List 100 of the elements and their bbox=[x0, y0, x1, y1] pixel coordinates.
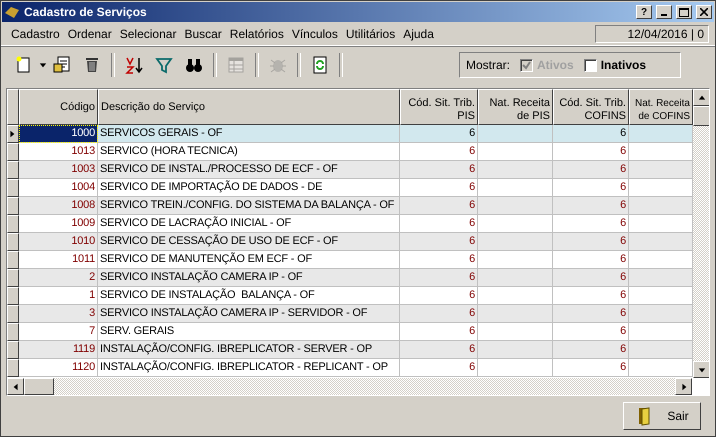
scroll-up-button[interactable] bbox=[693, 89, 709, 106]
column-header[interactable]: Nat. Receita de COFINS bbox=[629, 89, 693, 125]
menu-item[interactable]: Relatórios bbox=[226, 27, 288, 41]
window-title: Cadastro de Serviços bbox=[24, 5, 148, 19]
menu-item[interactable]: Utilitários bbox=[342, 27, 400, 41]
table-cell: 6 bbox=[400, 215, 478, 233]
table-cell: 1013 bbox=[19, 143, 98, 161]
table-cell: SERVICO DE LACRAÇÃO INICIAL - OF bbox=[98, 215, 400, 233]
table-cell: 6 bbox=[400, 305, 478, 323]
table-cell: INSTALAÇÃO/CONFIG. IBREPLICATOR - REPLICANT - OP bbox=[98, 359, 400, 377]
table-cell: 6 bbox=[553, 305, 629, 323]
table-cell: SERV. GERAIS bbox=[98, 323, 400, 341]
table-cell: SERVICO DE MANUTENÇÃO EM ECF - OF bbox=[98, 251, 400, 269]
scroll-down-button[interactable] bbox=[693, 361, 709, 378]
help-button[interactable]: ? bbox=[636, 5, 652, 19]
filter-icon bbox=[154, 55, 174, 75]
row-indicator[interactable] bbox=[7, 143, 19, 161]
row-indicator[interactable] bbox=[7, 287, 19, 305]
check-icon bbox=[522, 60, 532, 70]
row-indicator[interactable] bbox=[7, 215, 19, 233]
table-cell: 6 bbox=[400, 197, 478, 215]
table-cell: SERVICO INSTALAÇÃO CAMERA IP - OF bbox=[98, 269, 400, 287]
column-header[interactable]: Nat. Receita de PIS bbox=[478, 89, 553, 125]
caret-icon bbox=[39, 61, 47, 69]
down-arrow-icon bbox=[698, 366, 706, 374]
table-cell: 1119 bbox=[19, 341, 98, 359]
menu-item[interactable]: Ajuda bbox=[399, 27, 438, 41]
row-indicator[interactable] bbox=[7, 305, 19, 323]
row-indicator[interactable] bbox=[7, 161, 19, 179]
table-cell: 1 bbox=[19, 287, 98, 305]
table-cell: 6 bbox=[553, 215, 629, 233]
close-button[interactable] bbox=[696, 5, 712, 19]
scroll-right-button[interactable] bbox=[675, 378, 692, 395]
minimize-button[interactable] bbox=[656, 5, 672, 19]
table-cell: 1010 bbox=[19, 233, 98, 251]
current-row-icon bbox=[8, 130, 16, 138]
table-cell: SERVICO DE CESSAÇÃO DE USO DE ECF - OF bbox=[98, 233, 400, 251]
table-cell: SERVICO DE IMPORTAÇÃO DE DADOS - DE bbox=[98, 179, 400, 197]
scroll-thumb[interactable] bbox=[24, 378, 54, 395]
table-cell: 6 bbox=[553, 341, 629, 359]
app-icon bbox=[4, 5, 20, 19]
table-cell: 6 bbox=[400, 269, 478, 287]
row-indicator[interactable] bbox=[7, 179, 19, 197]
table-cell: SERVICO DE INSTAL./PROCESSO DE ECF - OF bbox=[98, 161, 400, 179]
table-cell: INSTALAÇÃO/CONFIG. IBREPLICATOR - SERVER - OP bbox=[98, 341, 400, 359]
table-cell: 1004 bbox=[19, 179, 98, 197]
table-cell: 1000 bbox=[19, 125, 98, 143]
column-header[interactable]: Descrição do Serviço bbox=[98, 89, 400, 125]
table-cell: 6 bbox=[400, 161, 478, 179]
table-cell: SERVICO INSTALAÇÃO CAMERA IP - SERVIDOR - OF bbox=[98, 305, 400, 323]
maximize-icon bbox=[679, 8, 689, 16]
menu-item[interactable]: Selecionar bbox=[116, 27, 180, 41]
filter-checkbox[interactable]: Inativos bbox=[584, 58, 646, 72]
scroll-left-button[interactable] bbox=[7, 378, 24, 395]
table-cell: 1011 bbox=[19, 251, 98, 269]
row-indicator[interactable] bbox=[7, 341, 19, 359]
right-arrow-icon bbox=[680, 382, 688, 390]
edit-document-icon bbox=[52, 55, 72, 75]
table-cell: 1003 bbox=[19, 161, 98, 179]
table-cell: 1009 bbox=[19, 215, 98, 233]
column-header[interactable]: Cód. Sit. Trib. PIS bbox=[400, 89, 478, 125]
row-indicator[interactable] bbox=[7, 197, 19, 215]
table-cell: 6 bbox=[553, 179, 629, 197]
menu-item[interactable]: Buscar bbox=[180, 27, 226, 41]
table-cell: SERVICO DE INSTALAÇÃO BALANÇA - OF bbox=[98, 287, 400, 305]
table-cell: 6 bbox=[400, 251, 478, 269]
sort-icon bbox=[124, 55, 144, 75]
row-indicator[interactable] bbox=[7, 359, 19, 377]
row-indicator[interactable] bbox=[7, 233, 19, 251]
table-cell: SERVICOS GERAIS - OF bbox=[98, 125, 400, 143]
menu-item[interactable]: Vínculos bbox=[288, 27, 342, 41]
table-cell: 6 bbox=[400, 323, 478, 341]
row-indicator[interactable] bbox=[7, 125, 19, 143]
maximize-button[interactable] bbox=[676, 5, 692, 19]
table-cell: 6 bbox=[400, 287, 478, 305]
table-cell: 6 bbox=[553, 269, 629, 287]
column-header[interactable]: Cód. Sit. Trib. COFINS bbox=[553, 89, 629, 125]
table-cell: 6 bbox=[400, 233, 478, 251]
table-cell: 6 bbox=[553, 287, 629, 305]
row-indicator[interactable] bbox=[7, 269, 19, 287]
table-cell: 1120 bbox=[19, 359, 98, 377]
table-cell: 6 bbox=[400, 143, 478, 161]
menu-item[interactable]: Ordenar bbox=[64, 27, 116, 41]
row-indicator[interactable] bbox=[7, 251, 19, 269]
column-header[interactable]: Código bbox=[19, 89, 98, 125]
table-cell: SERVICO (HORA TECNICA) bbox=[98, 143, 400, 161]
table-cell: 6 bbox=[400, 341, 478, 359]
table-cell: 2 bbox=[19, 269, 98, 287]
scroll-thumb[interactable] bbox=[693, 106, 709, 126]
exit-button[interactable]: Sair bbox=[623, 402, 701, 430]
row-indicator[interactable] bbox=[7, 323, 19, 341]
table-cell: SERVICO TREIN./CONFIG. DO SISTEMA DA BALANÇA - OF bbox=[98, 197, 400, 215]
table-cell: 6 bbox=[553, 251, 629, 269]
table-icon bbox=[226, 55, 246, 75]
status-field: 12/04/2016 | 0 bbox=[595, 25, 709, 43]
filter-label: Mostrar: bbox=[466, 58, 510, 72]
table-cell: 6 bbox=[553, 233, 629, 251]
table-cell: 6 bbox=[553, 323, 629, 341]
menu-item[interactable]: Cadastro bbox=[7, 27, 64, 41]
table-cell: 6 bbox=[553, 143, 629, 161]
